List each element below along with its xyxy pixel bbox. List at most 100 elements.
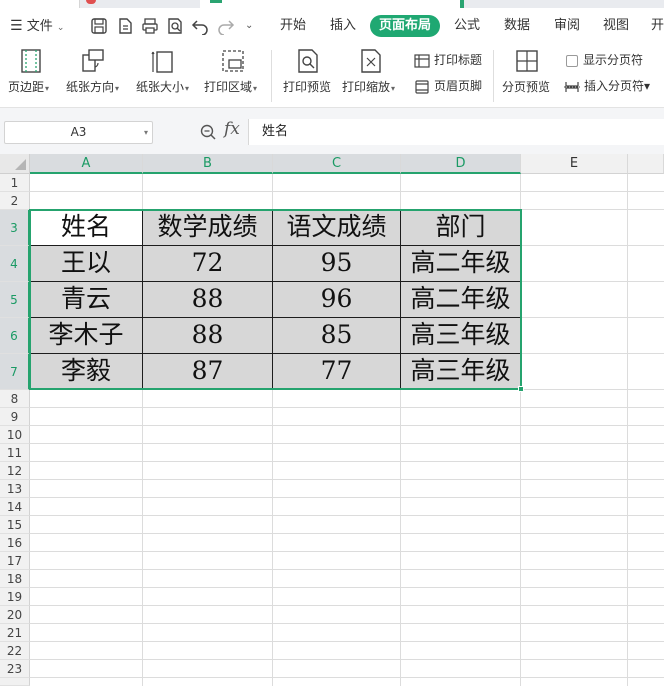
tab-view[interactable]: 视图: [603, 8, 629, 44]
cell-b5[interactable]: 88: [143, 282, 273, 318]
print-icon[interactable]: [141, 17, 159, 35]
document-tab[interactable]: [0, 0, 80, 8]
row-header-10[interactable]: 10: [0, 426, 30, 444]
fill-handle[interactable]: [518, 386, 524, 392]
print-titles-button[interactable]: 打印标题: [414, 50, 482, 70]
cell-a7[interactable]: 李毅: [30, 354, 143, 390]
active-document-tab[interactable]: [200, 0, 460, 8]
cell-a5[interactable]: 青云: [30, 282, 143, 318]
paper-size-button[interactable]: 纸张大小▾: [136, 44, 196, 104]
print-area-button[interactable]: 打印区域▾: [204, 44, 266, 104]
print-scale-button[interactable]: 打印缩放▾: [342, 44, 402, 104]
gridline: [30, 659, 664, 660]
row-header-7[interactable]: 7: [0, 354, 30, 390]
cell-d6[interactable]: 高三年级: [401, 318, 521, 354]
print-preview-icon: [298, 49, 318, 73]
print-preview-icon[interactable]: [166, 17, 184, 35]
insert-function-button[interactable]: fx: [224, 119, 240, 139]
row-header-8[interactable]: 8: [0, 390, 30, 408]
row-header-1[interactable]: 1: [0, 174, 30, 192]
cell-c7[interactable]: 77: [273, 354, 401, 390]
checkbox-icon[interactable]: [566, 54, 578, 67]
formula-input[interactable]: 姓名: [248, 119, 664, 145]
redo-icon[interactable]: [217, 17, 235, 35]
name-box-value: A3: [70, 125, 87, 139]
zoom-icon[interactable]: [199, 123, 217, 141]
print-titles-label: 打印标题: [434, 53, 483, 67]
export-pdf-icon[interactable]: [116, 17, 134, 35]
column-header-b[interactable]: B: [143, 154, 273, 174]
print-preview-button[interactable]: 打印预览: [283, 44, 333, 104]
row-header-12[interactable]: 12: [0, 462, 30, 480]
cell-b7[interactable]: 87: [143, 354, 273, 390]
column-header-c[interactable]: C: [273, 154, 401, 174]
row-header-6[interactable]: 6: [0, 318, 30, 354]
row-header-23[interactable]: 23: [0, 660, 30, 678]
cell-a6[interactable]: 李木子: [30, 318, 143, 354]
gridline: [30, 623, 664, 624]
name-box[interactable]: A3 ▾: [4, 121, 153, 144]
tab-developer[interactable]: 开: [651, 8, 664, 44]
chevron-down-icon: ⌄: [56, 23, 65, 33]
row-header-22[interactable]: 22: [0, 642, 30, 660]
cell-d3[interactable]: 部门: [401, 210, 521, 246]
page-break-preview-button[interactable]: 分页预览: [502, 44, 552, 104]
cell-a3[interactable]: 姓名: [30, 210, 143, 246]
select-all-corner[interactable]: [0, 154, 30, 174]
show-page-breaks-label: 显示分页符: [583, 53, 644, 67]
row-header-11[interactable]: 11: [0, 444, 30, 462]
row-header-4[interactable]: 4: [0, 246, 30, 282]
row-header-9[interactable]: 9: [0, 408, 30, 426]
column-header-e[interactable]: E: [521, 154, 628, 174]
chevron-down-icon[interactable]: ▾: [144, 122, 148, 143]
cell-c4[interactable]: 95: [273, 246, 401, 282]
column-header-a[interactable]: A: [30, 154, 143, 174]
row-header-16[interactable]: 16: [0, 534, 30, 552]
row-header-21[interactable]: 21: [0, 624, 30, 642]
row-header-15[interactable]: 15: [0, 516, 30, 534]
column-header-f[interactable]: [628, 154, 664, 174]
chevron-down-icon: ▾: [45, 84, 50, 93]
row-header-20[interactable]: 20: [0, 606, 30, 624]
row-header-3[interactable]: 3: [0, 210, 30, 246]
cell-c3[interactable]: 语文成绩: [273, 210, 401, 246]
tab-page-layout[interactable]: 页面布局: [370, 15, 441, 37]
cell-d7[interactable]: 高三年级: [401, 354, 521, 390]
tab-formulas[interactable]: 公式: [454, 8, 480, 44]
orientation-label: 纸张方向: [66, 80, 115, 94]
row-header-5[interactable]: 5: [0, 282, 30, 318]
formula-bar: A3 ▾ fx 姓名: [0, 108, 664, 154]
cell-b4[interactable]: 72: [143, 246, 273, 282]
margins-icon: [21, 49, 41, 73]
chevron-down-icon: ▾: [391, 84, 396, 93]
tab-data[interactable]: 数据: [504, 8, 530, 44]
save-icon[interactable]: [90, 17, 108, 35]
row-header-13[interactable]: 13: [0, 480, 30, 498]
orientation-button[interactable]: 纸张方向▾: [66, 44, 126, 104]
cell-b3[interactable]: 数学成绩: [143, 210, 273, 246]
row-header-14[interactable]: 14: [0, 498, 30, 516]
row-header-24[interactable]: [0, 678, 30, 686]
column-header-d[interactable]: D: [401, 154, 521, 174]
row-header-18[interactable]: 18: [0, 570, 30, 588]
margins-button[interactable]: 页边距▾: [8, 44, 58, 104]
tab-home[interactable]: 开始: [280, 8, 306, 44]
print-scale-label: 打印缩放: [342, 80, 391, 94]
tab-review[interactable]: 审阅: [554, 8, 580, 44]
insert-page-break-button[interactable]: 插入分页符▾: [564, 76, 650, 96]
undo-icon[interactable]: [191, 17, 209, 35]
row-header-19[interactable]: 19: [0, 588, 30, 606]
cell-d4[interactable]: 高二年级: [401, 246, 521, 282]
cell-d5[interactable]: 高二年级: [401, 282, 521, 318]
show-page-breaks-checkbox[interactable]: 显示分页符: [566, 50, 643, 70]
file-menu[interactable]: ☰ 文件 ⌄: [10, 8, 64, 44]
row-header-2[interactable]: 2: [0, 192, 30, 210]
header-footer-button[interactable]: 页眉页脚: [414, 76, 482, 96]
cell-a4[interactable]: 王以: [30, 246, 143, 282]
row-header-17[interactable]: 17: [0, 552, 30, 570]
cell-c5[interactable]: 96: [273, 282, 401, 318]
cell-b6[interactable]: 88: [143, 318, 273, 354]
tab-insert[interactable]: 插入: [330, 8, 356, 44]
quick-access-more-icon[interactable]: ⌄: [245, 8, 253, 44]
cell-c6[interactable]: 85: [273, 318, 401, 354]
